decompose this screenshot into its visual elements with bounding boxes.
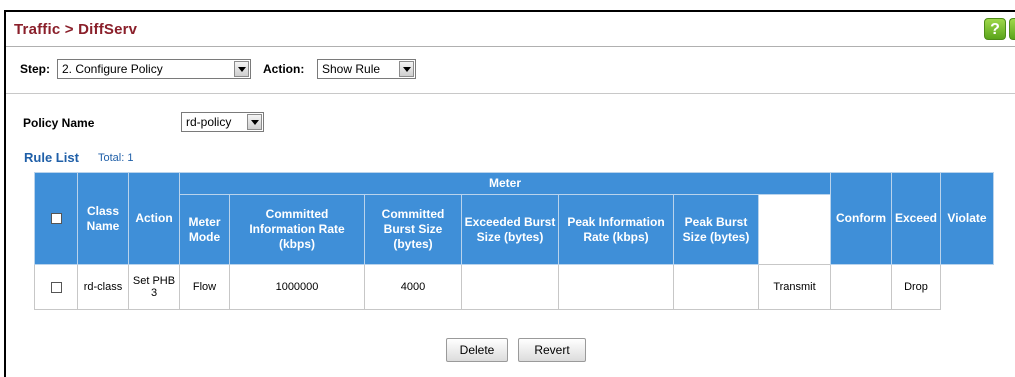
cell-conform: Transmit	[758, 264, 831, 310]
cell-exceed	[830, 264, 892, 310]
col-violate: Violate	[940, 172, 994, 265]
cell-peak-burst-size	[673, 264, 759, 310]
table-row: rd-class Set PHB 3 Flow 1000000 4000 Tra…	[34, 264, 994, 310]
title-bar: Traffic > DiffServ ?	[6, 12, 1015, 47]
chevron-down-icon[interactable]	[234, 61, 249, 77]
row-select-cell	[34, 264, 78, 310]
page-title: Traffic > DiffServ	[14, 21, 138, 38]
rule-list-total: Total: 1	[98, 152, 134, 164]
col-meter-mode: Meter Mode	[179, 194, 230, 265]
col-group-meter: Meter	[179, 172, 831, 195]
policy-name-select[interactable]: rd-policy	[181, 112, 264, 132]
action-select-value: Show Rule	[322, 62, 381, 76]
help-icon[interactable]: ?	[984, 18, 1006, 40]
cell-peak-information-rate	[558, 264, 674, 310]
col-exceed: Exceed	[891, 172, 941, 265]
cell-meter-mode: Flow	[179, 264, 230, 310]
col-peak-burst-size: Peak Burst Size (bytes)	[673, 194, 759, 265]
row-checkbox[interactable]	[50, 281, 62, 293]
cell-exceeded-burst-size	[461, 264, 559, 310]
col-committed-information-rate: Committed Information Rate (kbps)	[229, 194, 365, 265]
col-conform: Conform	[830, 172, 892, 265]
col-exceeded-burst-size: Exceeded Burst Size (bytes)	[461, 194, 559, 265]
col-peak-information-rate: Peak Information Rate (kbps)	[558, 194, 674, 265]
cell-class-name: rd-class	[77, 264, 129, 310]
select-all-cell	[34, 172, 78, 265]
rule-table: Class Name Action Meter Conform Exceed V…	[34, 172, 994, 310]
secondary-help-icon[interactable]	[1009, 18, 1015, 40]
cell-violate: Drop	[891, 264, 941, 310]
step-label: Step:	[20, 62, 50, 76]
rule-list-title: Rule List	[24, 150, 79, 165]
action-label: Action:	[263, 62, 305, 76]
col-class-name: Class Name	[77, 172, 129, 265]
step-select-value: 2. Configure Policy	[62, 62, 163, 76]
revert-button[interactable]: Revert	[518, 338, 586, 362]
policy-name-value: rd-policy	[186, 115, 232, 129]
col-action: Action	[128, 172, 180, 265]
cell-action: Set PHB 3	[128, 264, 180, 310]
select-all-checkbox[interactable]	[50, 213, 62, 225]
step-toolbar: Step: 2. Configure Policy Action: Show R…	[6, 47, 1015, 94]
action-select[interactable]: Show Rule	[317, 59, 416, 79]
policy-name-label: Policy Name	[23, 116, 95, 130]
chevron-down-icon[interactable]	[399, 61, 414, 77]
chevron-down-icon[interactable]	[247, 114, 262, 130]
step-select[interactable]: 2. Configure Policy	[57, 59, 251, 79]
cell-committed-information-rate: 1000000	[229, 264, 365, 310]
col-committed-burst-size: Committed Burst Size (bytes)	[364, 194, 462, 265]
cell-committed-burst-size: 4000	[364, 264, 462, 310]
delete-button[interactable]: Delete	[446, 338, 508, 362]
